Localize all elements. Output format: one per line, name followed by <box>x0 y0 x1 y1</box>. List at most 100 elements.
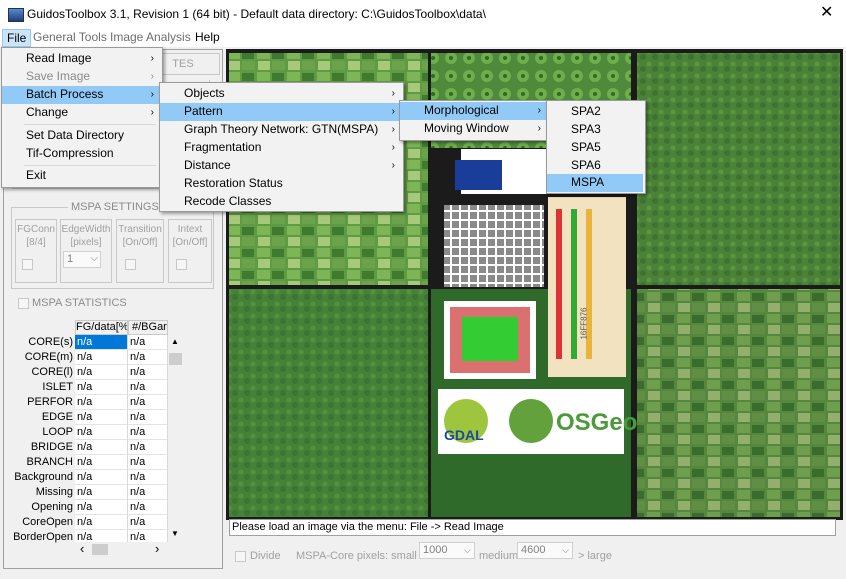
app-icon <box>8 8 24 22</box>
horizontal-scrollbar[interactable]: ‹ › <box>75 541 168 557</box>
table-cell[interactable]: n/a <box>75 440 128 455</box>
menu-item-moving-window[interactable]: Moving Window › <box>400 120 547 138</box>
mspa-statistics-checkbox[interactable] <box>18 298 29 309</box>
table-cell[interactable]: n/a <box>75 485 128 500</box>
chevron-right-icon: › <box>537 105 541 116</box>
menu-item-exit[interactable]: Exit <box>2 167 160 185</box>
menu-item-set-data-directory[interactable]: Set Data Directory <box>2 127 160 145</box>
medium-threshold-value: 4600 <box>521 544 546 556</box>
menu-item-spa6[interactable]: SPA6 <box>547 157 643 175</box>
menu-item-spa2[interactable]: SPA2 <box>547 103 643 121</box>
menu-item-recode-classes[interactable]: Recode Classes <box>160 193 401 211</box>
menu-item-pattern[interactable]: Pattern › <box>160 103 401 121</box>
menu-item-gtn[interactable]: Graph Theory Network: GTN(MSPA) › <box>160 121 401 139</box>
table-cell[interactable]: n/a <box>75 335 128 350</box>
edgewidth-value: 1 <box>67 253 74 265</box>
chevron-right-icon: › <box>391 124 395 135</box>
table-cell[interactable]: n/a <box>75 350 128 365</box>
menu-item-label: Fragmentation <box>184 140 262 154</box>
table-cell[interactable]: n/a <box>128 485 168 500</box>
table-cell[interactable]: n/a <box>75 410 128 425</box>
scroll-right-icon[interactable]: › <box>155 541 159 556</box>
table-cell[interactable]: n/a <box>128 395 168 410</box>
title-bar: GuidosToolbox 3.1, Revision 1 (64 bit) -… <box>0 0 846 29</box>
row-label: Opening <box>9 500 75 515</box>
fgconn-checkbox[interactable] <box>22 259 33 270</box>
eu-flag-icon <box>455 160 502 190</box>
table-cell[interactable]: n/a <box>128 365 168 380</box>
table-cell[interactable]: n/a <box>75 500 128 515</box>
chevron-down-icon: ⌵ <box>90 253 98 264</box>
menu-image-analysis[interactable]: Image Analysis <box>106 29 195 47</box>
menu-help[interactable]: Help <box>191 29 224 47</box>
menu-item-mspa[interactable]: MSPA <box>547 174 643 192</box>
table-cell[interactable]: n/a <box>75 425 128 440</box>
edgewidth-label: EdgeWidth <box>61 224 111 235</box>
scroll-up-icon[interactable]: ▲ <box>171 337 179 346</box>
transition-label: Transition <box>118 224 162 235</box>
vertical-scrollbar[interactable]: ▲ ▼ <box>168 335 183 542</box>
menu-item-label: Change <box>26 105 69 119</box>
large-label: > large <box>578 550 612 562</box>
table-cell[interactable]: n/a <box>128 350 168 365</box>
small-threshold-select[interactable]: 1000 ⌵ <box>419 542 475 559</box>
menu-item-change[interactable]: Change › <box>2 104 160 122</box>
table-cell[interactable]: n/a <box>128 455 168 470</box>
transition-checkbox[interactable] <box>125 259 136 270</box>
row-label: Background <box>9 470 75 485</box>
window-title: GuidosToolbox 3.1, Revision 1 (64 bit) -… <box>27 7 486 21</box>
menu-item-distance[interactable]: Distance › <box>160 157 401 175</box>
table-cell[interactable]: n/a <box>75 395 128 410</box>
menu-item-spa5[interactable]: SPA5 <box>547 139 643 157</box>
table-cell[interactable]: n/a <box>128 440 168 455</box>
menu-general-tools[interactable]: General Tools <box>29 29 111 47</box>
menu-item-label: Batch Process <box>26 87 104 101</box>
table-cell[interactable]: n/a <box>75 455 128 470</box>
menu-item-label: Save Image <box>26 69 91 83</box>
table-cell[interactable]: n/a <box>128 410 168 425</box>
row-label: BRANCH <box>9 455 75 470</box>
menu-item-spa3[interactable]: SPA3 <box>547 121 643 139</box>
divide-checkbox[interactable] <box>235 551 246 562</box>
table-cell[interactable]: n/a <box>128 470 168 485</box>
table-cell[interactable]: n/a <box>75 365 128 380</box>
table-cell[interactable]: n/a <box>128 425 168 440</box>
table-row: EDGE n/a n/a <box>9 410 194 425</box>
scroll-thumb[interactable] <box>169 353 182 365</box>
table-cell[interactable]: n/a <box>75 515 128 530</box>
table-cell[interactable]: n/a <box>75 380 128 395</box>
close-icon[interactable]: ✕ <box>820 4 833 22</box>
scroll-thumb-h[interactable] <box>92 544 108 555</box>
menu-item-restoration-status[interactable]: Restoration Status <box>160 175 401 193</box>
table-cell[interactable]: n/a <box>75 470 128 485</box>
pattern-menu: Morphological › Moving Window › <box>399 100 550 141</box>
table-cell[interactable]: n/a <box>128 515 168 530</box>
scroll-down-icon[interactable]: ▼ <box>171 529 179 538</box>
menu-item-tif-compression[interactable]: Tif-Compression <box>2 145 160 163</box>
menu-item-save-image[interactable]: Save Image › <box>2 68 160 86</box>
medium-threshold-select[interactable]: 4600 ⌵ <box>517 542 573 559</box>
scroll-left-icon[interactable]: ‹ <box>80 541 84 556</box>
table-cell[interactable]: n/a <box>128 380 168 395</box>
column-header-bg[interactable]: #/BGare <box>128 320 168 335</box>
table-row: CORE(m) n/a n/a <box>9 350 194 365</box>
column-header-fg[interactable]: FG/data[%] <box>75 320 128 335</box>
medium-label: medium <box>479 550 519 562</box>
table-cell[interactable]: n/a <box>128 500 168 515</box>
menu-item-morphological[interactable]: Morphological › <box>400 102 547 120</box>
menu-item-label: Objects <box>184 86 225 100</box>
menu-file[interactable]: File <box>2 29 32 47</box>
intext-checkbox[interactable] <box>176 259 187 270</box>
edgewidth-select[interactable]: 1 ⌵ <box>63 251 101 268</box>
menu-item-batch-process[interactable]: Batch Process › <box>2 86 160 104</box>
menu-item-objects[interactable]: Objects › <box>160 85 401 103</box>
menu-item-read-image[interactable]: Read Image › <box>2 50 160 68</box>
menu-item-fragmentation[interactable]: Fragmentation › <box>160 139 401 157</box>
table-cell[interactable]: n/a <box>128 335 168 350</box>
menu-bar: File General Tools Image Analysis Help <box>0 29 846 47</box>
chip-label: 16FF876 <box>579 307 589 340</box>
chevron-right-icon: › <box>537 123 541 134</box>
table-row: Missing n/a n/a <box>9 485 194 500</box>
menu-item-label: Pattern <box>184 104 223 118</box>
chevron-down-icon: ⌵ <box>562 545 569 555</box>
